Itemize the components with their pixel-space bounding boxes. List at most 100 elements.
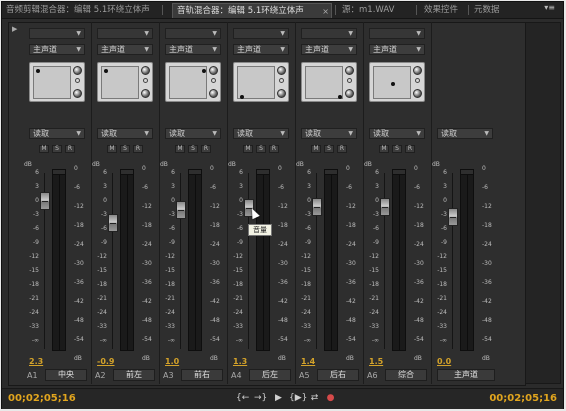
volume-fader[interactable]: [312, 165, 322, 355]
panner-position-dot[interactable]: [36, 69, 40, 73]
mute-track-button[interactable]: M: [379, 145, 389, 153]
output-routing-select[interactable]: 主声道 ▼: [369, 44, 425, 55]
center-percentage-knob-icon[interactable]: [141, 66, 150, 75]
input-select[interactable]: ▼: [369, 28, 425, 39]
clip-indicator[interactable]: [393, 170, 405, 175]
track-name-field[interactable]: 前左: [113, 369, 155, 381]
volume-fader[interactable]: [176, 165, 186, 355]
volume-value[interactable]: 1.4: [301, 357, 315, 366]
output-routing-select[interactable]: 主声道 ▼: [301, 44, 357, 55]
panner-field[interactable]: [305, 66, 343, 99]
input-select[interactable]: ▼: [233, 28, 289, 39]
volume-fader[interactable]: [244, 165, 254, 355]
play-in-to-out-button[interactable]: {▶}: [289, 392, 307, 404]
record-button[interactable]: ●: [324, 392, 337, 404]
tab-close-icon[interactable]: ×: [322, 4, 329, 18]
mixer-scrollbar-area[interactable]: [525, 22, 561, 384]
lfe-volume-knob-icon[interactable]: [413, 89, 422, 98]
record-enable-button[interactable]: R: [201, 145, 211, 153]
input-select[interactable]: ▼: [97, 28, 153, 39]
center-percentage-knob-icon[interactable]: [277, 66, 286, 75]
tab-metadata[interactable]: 元数据: [474, 3, 514, 18]
output-routing-select[interactable]: 主声道 ▼: [233, 44, 289, 55]
expand-effects-icon[interactable]: ▶: [12, 25, 20, 33]
panner-position-dot[interactable]: [240, 95, 244, 99]
go-to-out-point-button[interactable]: →}: [254, 392, 267, 404]
output-routing-select[interactable]: 主声道 ▼: [29, 44, 85, 55]
volume-fader-handle[interactable]: [176, 201, 186, 219]
current-time-timecode[interactable]: 00;02;05;16: [8, 393, 76, 404]
lfe-volume-knob-icon[interactable]: [209, 89, 218, 98]
surround-panner[interactable]: [29, 62, 85, 102]
volume-value[interactable]: 2.3: [29, 357, 43, 366]
panner-field[interactable]: [237, 66, 275, 99]
track-name-field[interactable]: 后左: [249, 369, 291, 381]
panner-position-dot[interactable]: [202, 69, 206, 73]
solo-track-button[interactable]: S: [52, 145, 62, 153]
record-enable-button[interactable]: R: [405, 145, 415, 153]
tab-audio-clip-mixer[interactable]: 音频剪辑混合器：编辑 5.1环绕立体声: [6, 3, 156, 18]
lfe-volume-knob-icon[interactable]: [277, 89, 286, 98]
lfe-volume-knob-icon[interactable]: [141, 89, 150, 98]
volume-fader[interactable]: [108, 165, 118, 355]
track-name-field[interactable]: 前右: [181, 369, 223, 381]
panner-position-dot[interactable]: [338, 95, 342, 99]
surround-panner[interactable]: [97, 62, 153, 102]
clip-indicator[interactable]: [461, 170, 473, 175]
clip-indicator[interactable]: [257, 170, 269, 175]
panel-menu-icon[interactable]: ▾≡: [544, 3, 555, 12]
center-percentage-knob-icon[interactable]: [345, 66, 354, 75]
volume-value[interactable]: 1.0: [165, 357, 179, 366]
automation-mode-select[interactable]: 读取 ▼: [301, 128, 357, 139]
volume-fader-handle[interactable]: [108, 214, 118, 233]
volume-fader-handle[interactable]: [40, 191, 50, 210]
volume-fader-handle[interactable]: [312, 198, 322, 217]
automation-mode-select[interactable]: 读取 ▼: [369, 128, 425, 139]
clip-indicator[interactable]: [121, 170, 133, 175]
solo-track-button[interactable]: S: [392, 145, 402, 153]
track-name-field[interactable]: 主声道: [437, 369, 495, 381]
mute-track-button[interactable]: M: [39, 145, 49, 153]
tab-source[interactable]: 源：m1.WAV: [342, 3, 412, 18]
center-percentage-knob-icon[interactable]: [73, 66, 82, 75]
automation-mode-select[interactable]: 读取 ▼: [29, 128, 85, 139]
volume-fader[interactable]: [448, 165, 458, 355]
loop-button[interactable]: ⇄: [308, 392, 321, 404]
volume-fader-handle[interactable]: [448, 208, 458, 226]
panner-position-dot[interactable]: [391, 82, 395, 86]
center-percentage-knob-icon[interactable]: [209, 66, 218, 75]
automation-mode-select[interactable]: 读取 ▼: [165, 128, 221, 139]
mute-track-button[interactable]: M: [175, 145, 185, 153]
solo-track-button[interactable]: S: [120, 145, 130, 153]
output-routing-select[interactable]: 主声道 ▼: [165, 44, 221, 55]
record-enable-button[interactable]: R: [337, 145, 347, 153]
surround-panner[interactable]: [301, 62, 357, 102]
clip-indicator[interactable]: [53, 170, 65, 175]
volume-value[interactable]: -0.9: [97, 357, 115, 366]
clip-indicator[interactable]: [325, 170, 337, 175]
automation-mode-select[interactable]: 读取 ▼: [97, 128, 153, 139]
volume-value[interactable]: 1.3: [233, 357, 247, 366]
record-enable-button[interactable]: R: [269, 145, 279, 153]
input-select[interactable]: ▼: [301, 28, 357, 39]
tab-audio-track-mixer[interactable]: 音轨混合器：编辑 5.1环绕立体声 ×: [172, 3, 332, 18]
surround-panner[interactable]: [233, 62, 289, 102]
mute-track-button[interactable]: M: [243, 145, 253, 153]
volume-fader[interactable]: [40, 165, 50, 355]
surround-panner[interactable]: [165, 62, 221, 102]
volume-fader[interactable]: [380, 165, 390, 355]
track-name-field[interactable]: 后右: [317, 369, 359, 381]
volume-value[interactable]: 0.0: [437, 357, 451, 366]
record-enable-button[interactable]: R: [65, 145, 75, 153]
input-select[interactable]: ▼: [29, 28, 85, 39]
solo-track-button[interactable]: S: [256, 145, 266, 153]
play-button[interactable]: ▶: [272, 392, 285, 404]
track-name-field[interactable]: 中央: [45, 369, 87, 381]
record-enable-button[interactable]: R: [133, 145, 143, 153]
mute-track-button[interactable]: M: [107, 145, 117, 153]
input-select[interactable]: ▼: [165, 28, 221, 39]
solo-track-button[interactable]: S: [324, 145, 334, 153]
center-percentage-knob-icon[interactable]: [413, 66, 422, 75]
go-to-in-point-button[interactable]: {←: [236, 392, 249, 404]
lfe-volume-knob-icon[interactable]: [73, 89, 82, 98]
